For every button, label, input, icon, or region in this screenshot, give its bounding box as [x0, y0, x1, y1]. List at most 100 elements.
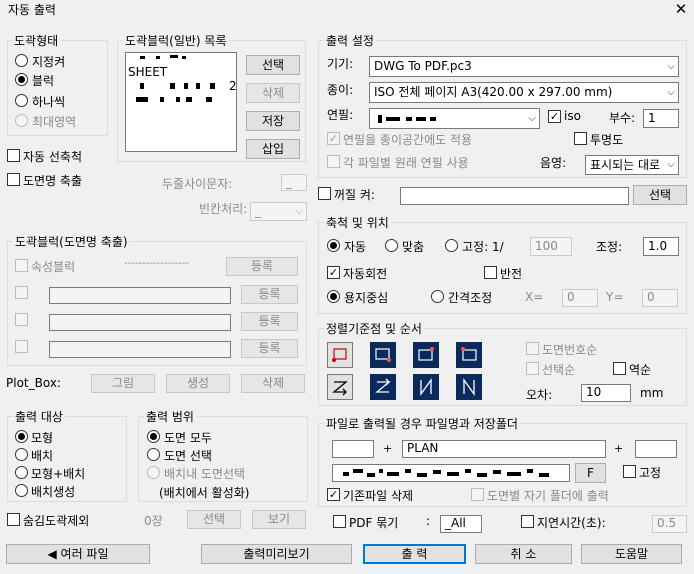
plot-box-picture-button[interactable]: 그림 [91, 374, 155, 393]
radio-block[interactable] [15, 73, 28, 86]
order-n-column-icon[interactable] [413, 374, 439, 400]
plus-sign-2: + [614, 442, 624, 455]
radio-layout-create[interactable] [15, 484, 28, 497]
file-suffix-input[interactable] [635, 440, 677, 458]
radio-model[interactable] [15, 430, 28, 443]
file-prefix-input[interactable] [332, 440, 374, 458]
sort-bottom-left-icon[interactable] [327, 342, 353, 368]
preview-button[interactable]: 출력미리보기 [201, 544, 352, 564]
name-row2-checkbox[interactable] [15, 313, 28, 326]
radio-paper-center[interactable] [327, 290, 340, 303]
name-scale-checkbox[interactable] [7, 173, 20, 186]
fixed-folder-checkbox[interactable] [623, 465, 636, 478]
order-z-row-icon[interactable] [327, 374, 353, 400]
mirror-checkbox[interactable] [484, 266, 497, 279]
tolerance-input[interactable]: 10 [581, 384, 631, 402]
shade-select[interactable]: 표시되는 대로 ⌵ [585, 155, 679, 175]
radio-max-area-label: 최대영역 [32, 115, 77, 129]
delay-input[interactable]: 0.5 [652, 515, 687, 533]
folder-browse-button[interactable]: F [575, 463, 606, 483]
name-row3-checkbox[interactable] [15, 340, 28, 353]
radio-layout-sheets[interactable] [147, 466, 160, 479]
cancel-button[interactable]: 취 소 [475, 544, 572, 564]
radio-block-label: 블럭 [32, 74, 55, 88]
radio-fixed[interactable] [445, 239, 458, 252]
radio-max-area[interactable] [15, 114, 28, 127]
separator-input[interactable]: _ [281, 174, 307, 191]
name-row2-input[interactable] [49, 314, 231, 331]
iso-checkbox[interactable]: ✓ [548, 110, 561, 123]
blank-handling-select[interactable]: _ ⌵ [250, 202, 307, 221]
pdf-merge-input[interactable]: _All [440, 515, 482, 533]
by-select-checkbox[interactable] [526, 362, 539, 375]
plot-box-delete-button[interactable]: 삭제 [241, 374, 305, 393]
block-insert-button[interactable]: 삽입 [246, 139, 300, 159]
paper-select[interactable]: ISO 전체 페이지 A3(420.00 x 297.00 mm) ⌵ [369, 82, 679, 103]
help-button[interactable]: 도움말 [581, 544, 682, 564]
copies-input[interactable]: 1 [643, 109, 679, 128]
radio-offset[interactable] [431, 290, 444, 303]
auto-select-checkbox[interactable] [7, 149, 20, 162]
apply-paper-checkbox[interactable]: ✓ [327, 132, 340, 145]
radio-all-sheets[interactable] [147, 430, 160, 443]
pdf-merge-checkbox[interactable] [333, 515, 346, 528]
radio-layer[interactable] [15, 54, 28, 67]
radio-model-layout[interactable] [15, 466, 28, 479]
output-folder-input[interactable] [332, 464, 570, 482]
name-row1-checkbox[interactable] [15, 286, 28, 299]
each-file-pen-checkbox[interactable] [327, 155, 340, 168]
adjust-input[interactable]: 1.0 [643, 237, 679, 256]
name-row3-register-button[interactable]: 등록 [241, 339, 298, 358]
tolerance-unit: mm [640, 386, 664, 400]
sort-top-right-icon[interactable] [413, 342, 439, 368]
close-icon[interactable]: ✕ [672, 0, 690, 18]
hidden-view-button[interactable]: 보기 [252, 510, 306, 529]
x-input[interactable]: 0 [562, 289, 598, 307]
multi-file-button[interactable]: ◀ 여러 파일 [6, 544, 150, 564]
off-layer-input[interactable] [400, 187, 629, 205]
off-layer-select-button[interactable]: 선택 [633, 185, 687, 205]
attr-block-label: 속성블럭 [31, 260, 76, 274]
plot-box-create-button[interactable]: 생성 [166, 374, 230, 393]
y-input[interactable]: 0 [642, 289, 678, 307]
name-row2-register-button[interactable]: 등록 [241, 312, 298, 331]
hidden-exclude-checkbox[interactable] [7, 513, 20, 526]
name-row1-register-button[interactable]: 등록 [241, 285, 298, 304]
fixed-scale-input[interactable]: 100 [530, 237, 572, 256]
copies-label: 부수: [609, 111, 636, 125]
delay-checkbox[interactable] [521, 515, 534, 528]
radio-fit[interactable] [385, 239, 398, 252]
radio-layout[interactable] [15, 448, 28, 461]
by-number-checkbox[interactable] [526, 342, 539, 355]
pen-select[interactable]: ⌵ [369, 108, 540, 129]
name-row3-input[interactable] [49, 341, 231, 358]
print-button[interactable]: 출 력 [363, 544, 466, 564]
auto-rotate-checkbox[interactable]: ✓ [327, 266, 340, 279]
block-listbox[interactable]: SHEET 2 [125, 52, 237, 152]
reverse-checkbox[interactable] [613, 362, 626, 375]
block-delete-button[interactable]: 삭제 [246, 83, 300, 103]
hidden-select-button[interactable]: 선택 [187, 510, 241, 529]
transparency-checkbox[interactable] [574, 132, 587, 145]
radio-select-sheets[interactable] [147, 448, 160, 461]
block-select-button[interactable]: 선택 [246, 55, 300, 75]
sort-top-left-icon[interactable] [456, 342, 482, 368]
pdf-merge-label: PDF 묶기 [349, 516, 399, 530]
separator-label: 두줄사이문자: [162, 177, 233, 191]
attr-register-button[interactable]: 등록 [226, 257, 298, 276]
name-row1-input[interactable] [49, 287, 231, 304]
own-folder-checkbox[interactable] [471, 488, 484, 501]
delete-old-checkbox[interactable]: ✓ [327, 488, 340, 501]
attr-block-checkbox[interactable] [15, 259, 28, 272]
file-name-input[interactable]: PLAN [402, 440, 606, 458]
sort-bottom-right-icon[interactable] [370, 342, 396, 368]
block-save-button[interactable]: 저장 [246, 111, 300, 131]
radio-auto[interactable] [327, 239, 340, 252]
off-layer-checkbox[interactable] [318, 187, 331, 200]
radio-one-by-one[interactable] [15, 94, 28, 107]
by-select-label: 선택순 [542, 363, 576, 377]
device-select[interactable]: DWG To PDF.pc3 ⌵ [369, 56, 679, 77]
block-item-sheet[interactable]: SHEET [128, 65, 167, 79]
order-z-reverse-icon[interactable] [370, 374, 396, 400]
order-n-reverse-icon[interactable] [456, 374, 482, 400]
